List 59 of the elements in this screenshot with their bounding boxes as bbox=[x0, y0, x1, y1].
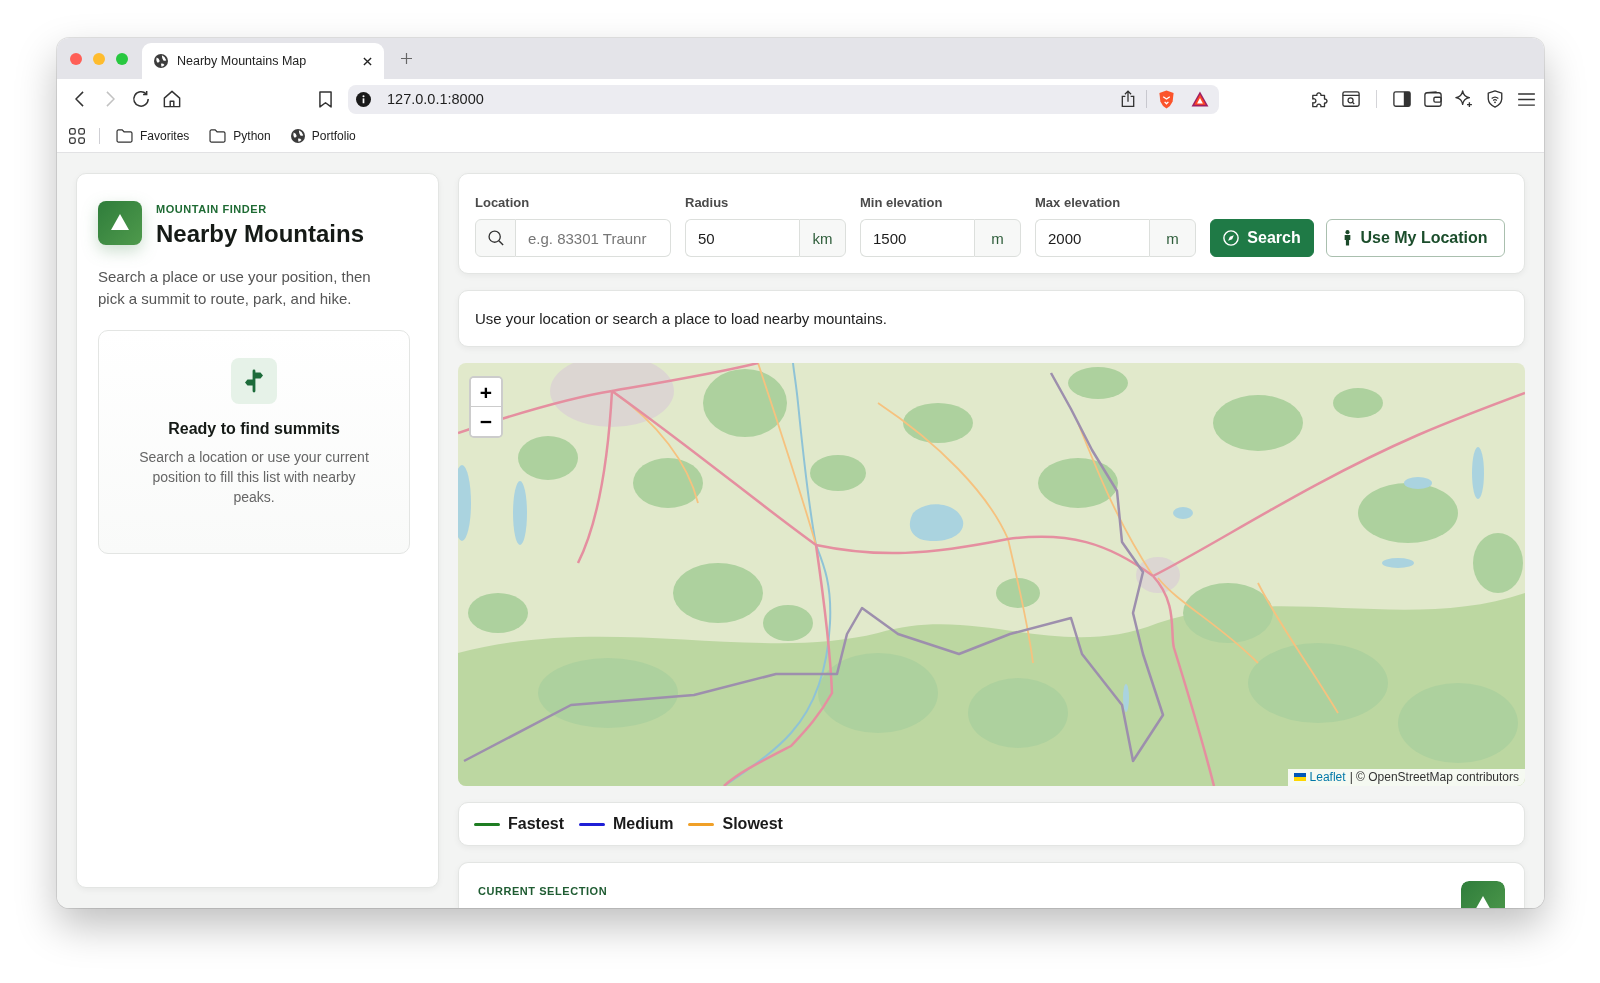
home-icon[interactable] bbox=[163, 90, 181, 108]
sparkle-icon[interactable] bbox=[1455, 90, 1473, 108]
person-icon bbox=[1343, 230, 1353, 246]
flag-icon bbox=[1293, 773, 1306, 781]
zoom-in-button[interactable]: + bbox=[471, 378, 501, 407]
triangle-icon[interactable] bbox=[1191, 91, 1209, 107]
info-icon[interactable] bbox=[356, 91, 371, 107]
status-message: Use your location or search a place to load nearby mountains. bbox=[475, 310, 887, 327]
bookmark-folder[interactable]: Favorites bbox=[113, 128, 199, 143]
unit-label: m bbox=[1149, 219, 1196, 257]
field-label: Location bbox=[475, 195, 531, 210]
legend-label: Slowest bbox=[722, 815, 783, 833]
globe-icon bbox=[154, 54, 168, 68]
empty-state-title: Ready to find summits bbox=[168, 419, 340, 438]
leaflet-link[interactable]: Leaflet bbox=[1309, 770, 1346, 784]
address-bar[interactable]: 127.0.0.1:8000 bbox=[348, 84, 1219, 114]
bookmark-icon[interactable] bbox=[319, 90, 332, 108]
window-search-icon[interactable] bbox=[1342, 90, 1360, 108]
shield-icon[interactable] bbox=[1158, 89, 1175, 109]
unit-label: km bbox=[799, 219, 846, 257]
search-icon bbox=[475, 219, 516, 257]
browser-tab[interactable]: Nearby Mountains Map bbox=[142, 43, 384, 79]
app-title: Nearby Mountains bbox=[156, 220, 365, 248]
back-icon[interactable] bbox=[74, 91, 84, 107]
search-button[interactable]: Search bbox=[1210, 219, 1314, 257]
reload-icon[interactable] bbox=[132, 90, 150, 108]
sidebar-icon[interactable] bbox=[1393, 90, 1411, 108]
eyebrow-label: MOUNTAIN FINDER bbox=[156, 203, 268, 215]
signpost-icon bbox=[231, 357, 277, 404]
legend-label: Medium bbox=[613, 815, 674, 833]
puzzle-icon[interactable] bbox=[1311, 90, 1329, 108]
globe-icon bbox=[290, 128, 305, 143]
empty-state-text: Search a location or use your current position to fill this list with nearby peaks. bbox=[138, 447, 370, 507]
field-label: Max elevation bbox=[1035, 195, 1122, 210]
number-field[interactable]: 1500 bbox=[860, 219, 974, 257]
app-description: Search a place or use your position, then pick a summit to route, park, and hike. bbox=[98, 266, 372, 309]
field-label: Min elevation bbox=[860, 195, 944, 210]
number-field[interactable]: 2000 bbox=[1035, 219, 1149, 257]
wifi-shield-icon[interactable] bbox=[1486, 90, 1504, 108]
location-button[interactable]: Use My Location bbox=[1326, 219, 1505, 257]
legend-label: Fastest bbox=[508, 815, 565, 833]
bookmark-link[interactable]: Portfolio bbox=[287, 128, 365, 143]
folder-icon bbox=[209, 128, 227, 143]
search-field[interactable]: e.g. 83301 Traunr bbox=[516, 219, 671, 257]
mountain-icon bbox=[98, 201, 142, 246]
wallet-icon[interactable] bbox=[1424, 90, 1442, 108]
grid-icon[interactable] bbox=[69, 127, 85, 144]
plus-icon[interactable] bbox=[401, 53, 412, 64]
unit-label: m bbox=[974, 219, 1021, 257]
attribution-text: | © OpenStreetMap contributors bbox=[1349, 770, 1519, 784]
section-label: CURRENT SELECTION bbox=[478, 885, 608, 897]
compass-icon bbox=[1223, 230, 1240, 246]
bookmark-folder[interactable]: Python bbox=[206, 128, 280, 143]
menu-icon[interactable] bbox=[1517, 92, 1535, 106]
field-label: Radius bbox=[685, 195, 730, 210]
share-icon[interactable] bbox=[1121, 90, 1135, 108]
number-field[interactable]: 50 bbox=[685, 219, 799, 257]
folder-icon bbox=[116, 128, 133, 143]
close-icon[interactable] bbox=[363, 56, 372, 66]
